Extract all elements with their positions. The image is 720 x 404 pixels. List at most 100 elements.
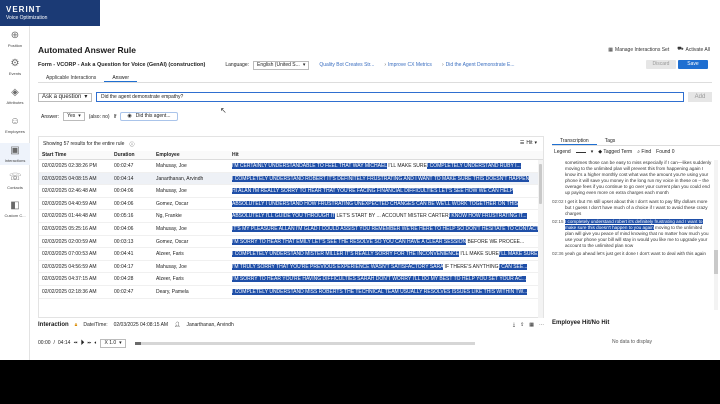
sidebar-item-label: Interactions xyxy=(4,158,26,163)
hit-highlight: I'LL MAKE SURE TO... xyxy=(498,251,543,258)
table-row[interactable]: 02/02/2025 02:46:48 AM 00:04:06 Mahusay, J… xyxy=(39,185,543,198)
table-row[interactable]: 02/03/2025 02:00:59 AM 00:03:13 Gomez, Osc… xyxy=(39,236,543,249)
sidebar-item-custom[interactable]: ◧ Custom C... xyxy=(0,200,30,218)
save-button[interactable]: Save xyxy=(678,60,708,69)
hit-filter[interactable]: ☰ Hit ▾ xyxy=(520,140,537,146)
interaction-employee: Janarthanan, Arvindh xyxy=(186,322,234,328)
download-icon[interactable]: ⤓ xyxy=(513,322,515,328)
col-hit[interactable]: Hit xyxy=(232,151,543,159)
transcript-segment: I get it but I'm still upset about this … xyxy=(565,198,708,216)
table-row[interactable]: 02/02/2025 02:18:36 AM 00:02:47 Deary, Pam… xyxy=(39,286,543,299)
transcript-text: yeah go ahead let's just get it done I d… xyxy=(565,251,712,257)
tab-applicable-interactions[interactable]: Applicable Interactions xyxy=(38,74,104,82)
speed-select[interactable]: X 1.0 ▾ xyxy=(100,338,126,348)
cell-start-time: 02/03/2025 04:56:59 AM xyxy=(42,263,97,270)
legend-swatch xyxy=(575,151,586,153)
language-select[interactable]: English (United S... ▾ xyxy=(253,60,310,70)
grid-icon[interactable]: ▦ xyxy=(529,322,534,328)
crumb-3[interactable]: › Did the Agent Demonstrate E... xyxy=(442,62,515,68)
sidebar-item-contacts[interactable]: ☏ Contacts xyxy=(0,172,30,190)
volume-icon[interactable]: 🔈︎ xyxy=(94,340,97,346)
legend-label: Legend xyxy=(554,149,571,155)
found-value: 0 xyxy=(671,149,675,155)
sidebar-item-events[interactable]: ⚙ Events xyxy=(0,58,30,76)
table-row[interactable]: 02/02/2025 02:38:26 PM 00:02:47 Mahusay, J… xyxy=(39,160,543,173)
transcript-line[interactable]: sometimes those can be easy to miss espe… xyxy=(552,160,712,197)
question-input[interactable]: Did the agent demonstrate empathy? xyxy=(96,92,684,102)
play-icon[interactable]: ⏵︎ xyxy=(80,338,84,348)
results-scrollbar[interactable] xyxy=(538,160,543,318)
transcript-line[interactable]: 02:15 I completely understand robert it's… xyxy=(552,218,712,249)
tagged-term[interactable]: ◆ Tagged Term xyxy=(598,149,632,155)
cell-duration: 00:04:06 xyxy=(114,200,134,207)
sidebar: ⊕ Position ⚙ Events ◈ Attributes ☺ Emplo… xyxy=(0,0,30,360)
tab-transcription[interactable]: Transcription xyxy=(552,136,597,145)
search-icon: ⌕ xyxy=(637,149,641,155)
add-button[interactable]: Add xyxy=(688,92,712,102)
rewind-icon[interactable]: ⏪︎ xyxy=(73,340,77,346)
custom-icon: ◧ xyxy=(10,200,20,211)
scroll-thumb[interactable] xyxy=(539,164,542,204)
sidebar-item-interactions[interactable]: ▣ Interactions xyxy=(0,143,30,165)
col-duration[interactable]: Duration xyxy=(114,151,156,159)
find-label: Find xyxy=(641,149,652,155)
forward-icon[interactable]: ⏩︎ xyxy=(87,340,91,346)
col-employee[interactable]: Employee xyxy=(156,151,232,159)
tab-answer[interactable]: Answer xyxy=(104,74,137,82)
top-actions: ▦ Manage Interactions Set ⛟ Activate All xyxy=(608,46,710,53)
answer-select[interactable]: Yes ▾ xyxy=(63,112,85,121)
find-button[interactable]: ⌕ Find xyxy=(637,149,651,155)
transcript-line[interactable]: 02:36 yeah go ahead let's just get it don… xyxy=(552,251,712,257)
more-icon[interactable]: ⋯ xyxy=(539,322,544,328)
table-row[interactable]: 02/03/2025 04:40:59 AM 00:04:06 Gomez, Osc… xyxy=(39,198,543,211)
table-row[interactable]: 02/03/2025 04:37:15 AM 00:04:28 Alzeer, Fa… xyxy=(39,273,543,286)
mouse-cursor-icon: ↖ xyxy=(220,106,227,115)
results-header: Showing 57 results for the entire rule ⓘ… xyxy=(39,137,543,151)
table-row[interactable]: 02/03/2025 04:56:59 AM 00:04:17 Mahusay, J… xyxy=(39,261,543,274)
tab-tags[interactable]: Tags xyxy=(597,136,624,145)
scroll-thumb[interactable] xyxy=(714,250,718,274)
col-start-time[interactable]: Start Time xyxy=(39,151,114,159)
transcript-line[interactable]: 02:02 I get it but I'm still upset about … xyxy=(552,199,712,217)
brand-subtitle: Voice Optimization xyxy=(6,15,48,21)
crumb-label: Improve CX Metrics xyxy=(388,62,432,68)
cell-employee: Alzeer, Faris xyxy=(156,276,184,283)
answer-value: Yes xyxy=(67,113,76,119)
lock-icon: 🔒︎ xyxy=(74,322,78,328)
question-type-select[interactable]: Ask a question ▾ xyxy=(38,92,92,102)
share-icon[interactable]: ⇪ xyxy=(520,322,524,328)
chevron-right-icon: › xyxy=(441,62,444,68)
sidebar-item-attributes[interactable]: ◈ Attributes xyxy=(0,87,30,105)
cart-icon: ⛟ xyxy=(677,46,684,52)
datetime-value: 02/03/2025 04:08:15 AM xyxy=(113,322,169,328)
transcript-scrollbar[interactable] xyxy=(714,160,718,310)
also-label: (also: no) xyxy=(88,113,110,120)
table-row[interactable]: 02/02/2025 01:44:48 AM 00:05:16 Ng, Franki… xyxy=(39,210,543,223)
crumb-2[interactable]: › Improve CX Metrics xyxy=(384,62,432,68)
discard-button[interactable]: Discard xyxy=(646,60,676,69)
employee-hit-empty: No data to display xyxy=(611,339,653,345)
table-row[interactable]: 02/03/2025 05:25:16 AM 00:04:06 Mahusay, J… xyxy=(39,223,543,236)
playback-progress xyxy=(134,341,142,345)
playback-track[interactable] xyxy=(134,341,475,345)
legend-dropdown[interactable]: ▾ xyxy=(591,149,594,155)
crumb-1[interactable]: Quality Bot Creates Str... xyxy=(319,62,374,68)
time-current: 00:00 xyxy=(38,340,51,346)
activate-all-button[interactable]: ⛟ Activate All xyxy=(677,46,710,53)
manage-interactions-button[interactable]: ▦ Manage Interactions Set xyxy=(608,46,669,53)
cell-start-time: 02/03/2025 04:40:59 AM xyxy=(42,200,97,207)
hit-plain: I'LL MAKE SURE xyxy=(386,163,427,169)
cell-hit: ABSOLUTELY I'LL GUIDE YOU THROUGH IT LET… xyxy=(232,210,543,222)
set-icon: ▦ xyxy=(608,46,614,53)
condition-pill[interactable]: ◉ Did this agent... xyxy=(120,112,178,121)
cell-hit: I COMPLETELY UNDERSTAND MISTER MILLER IT… xyxy=(232,248,543,260)
if-label: If xyxy=(113,113,117,120)
table-row[interactable]: 02/03/2025 04:08:15 AM 00:04:14 Janarthana… xyxy=(39,172,543,186)
hit-plain: LET'S START BY ... ACCOUNT MISTER CARTER xyxy=(335,213,449,220)
transcript-segment: yeah go ahead let's just get it done I d… xyxy=(565,251,706,257)
sidebar-item-employees[interactable]: ☺ Employees xyxy=(0,116,30,134)
sidebar-item-position[interactable]: ⊕ Position xyxy=(0,30,30,48)
brand-name: VERINT xyxy=(6,5,42,14)
table-row[interactable]: 02/03/2025 07:00:53 AM 00:04:41 Alzeer, Fa… xyxy=(39,248,543,261)
transcript-time xyxy=(552,160,565,197)
